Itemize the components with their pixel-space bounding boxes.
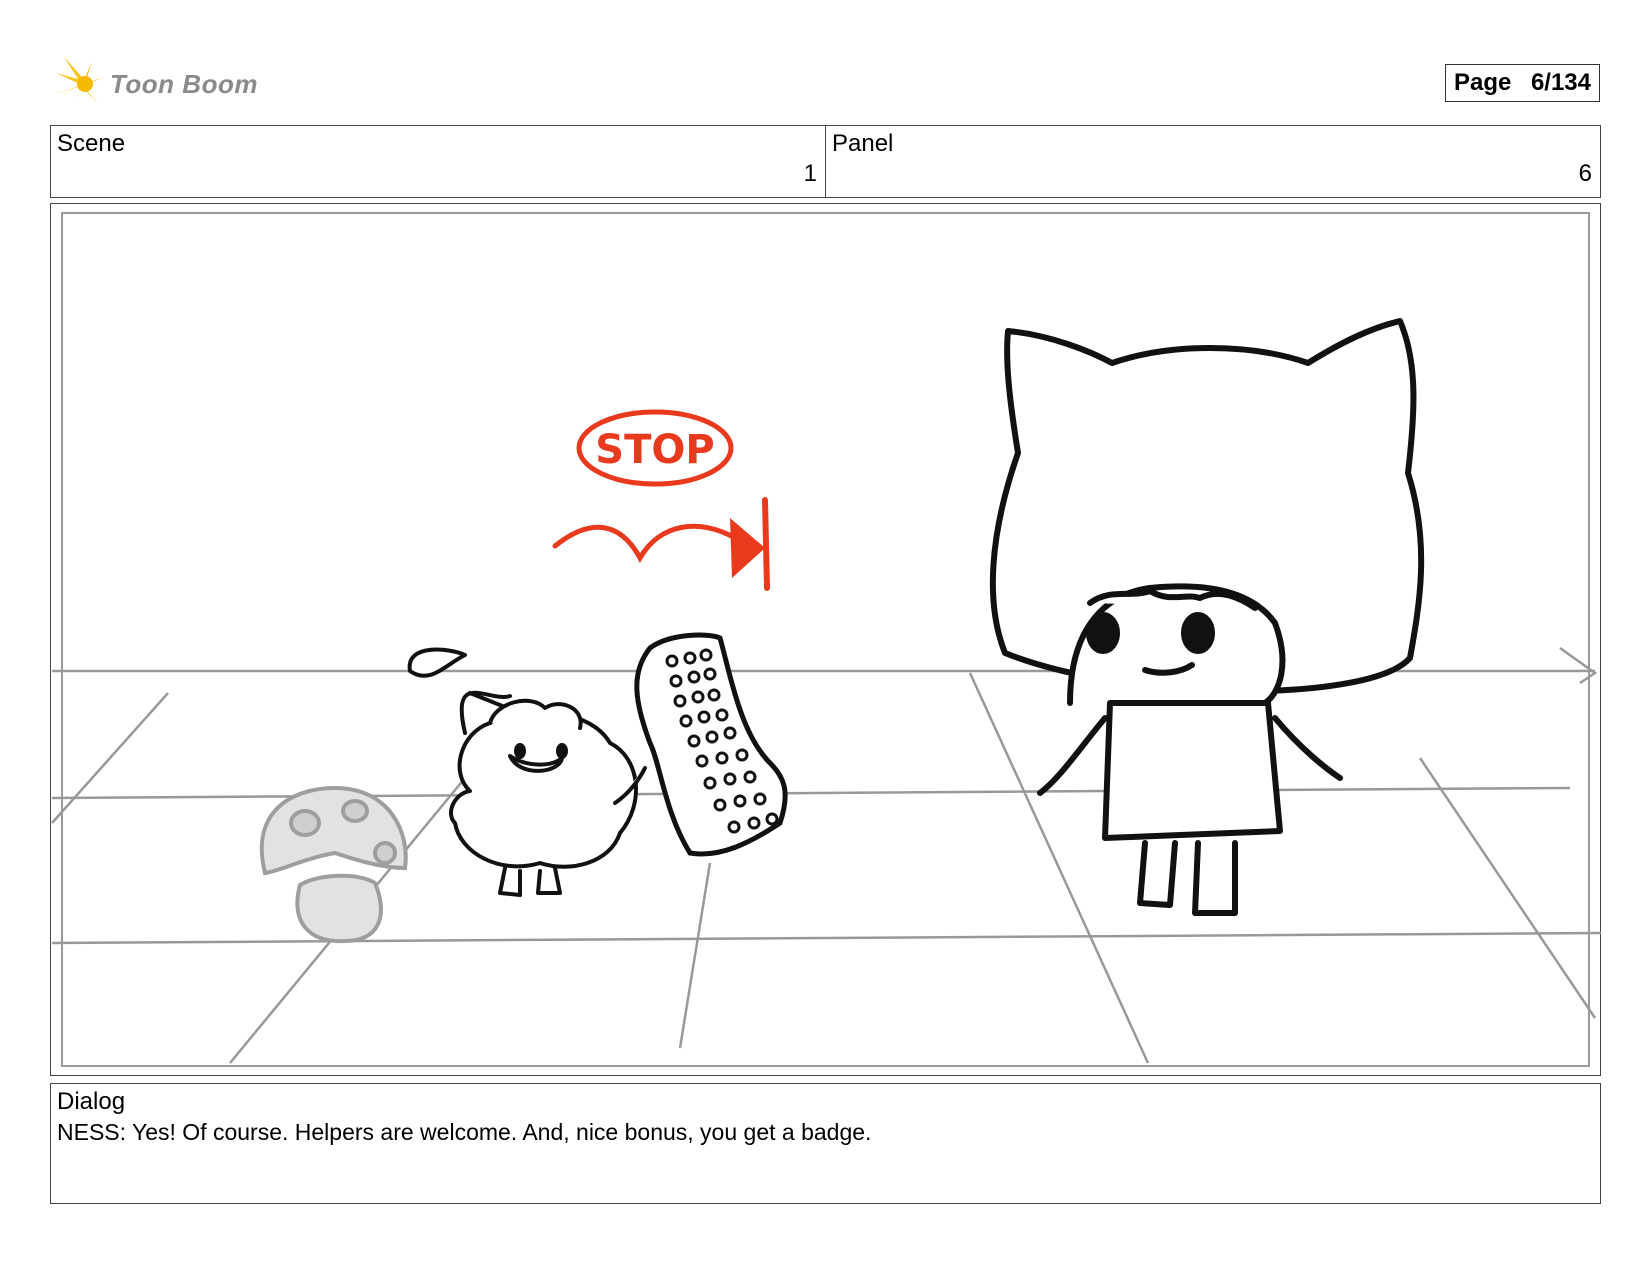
mushroom-sketch: [259, 785, 408, 944]
dialog-text: NESS: Yes! Of course. Helpers are welcom…: [57, 1119, 872, 1145]
starburst-icon: [54, 57, 104, 107]
scene-panel-row: Scene 1 Panel 6: [50, 125, 1601, 198]
gnome-character: [407, 647, 647, 897]
page-indicator: Page 6/134: [1445, 64, 1600, 102]
dialog-label: Dialog: [57, 1088, 126, 1115]
panel-label: Panel: [832, 130, 894, 157]
dialog-box: Dialog NESS: Yes! Of course. Helpers are…: [50, 1083, 1601, 1204]
page-label: Page: [1454, 69, 1512, 96]
dotted-ribbon: [634, 632, 788, 857]
stop-annotation: STOP: [576, 409, 734, 487]
motion-arrow: [552, 497, 770, 591]
scene-value: 1: [803, 160, 817, 187]
logo-text: Toon Boom: [110, 69, 258, 99]
ness-character: [989, 318, 1425, 916]
toon-boom-logo: Toon Boom: [52, 55, 312, 115]
storyboard-drawing: STOP: [51, 318, 1601, 1064]
panel-cell: Panel 6: [825, 126, 1600, 197]
stop-label: STOP: [595, 427, 714, 473]
page-value: 6/134: [1530, 69, 1591, 96]
panel-value: 6: [1578, 160, 1592, 187]
scene-label: Scene: [57, 130, 126, 157]
scene-cell: Scene 1: [51, 126, 825, 197]
